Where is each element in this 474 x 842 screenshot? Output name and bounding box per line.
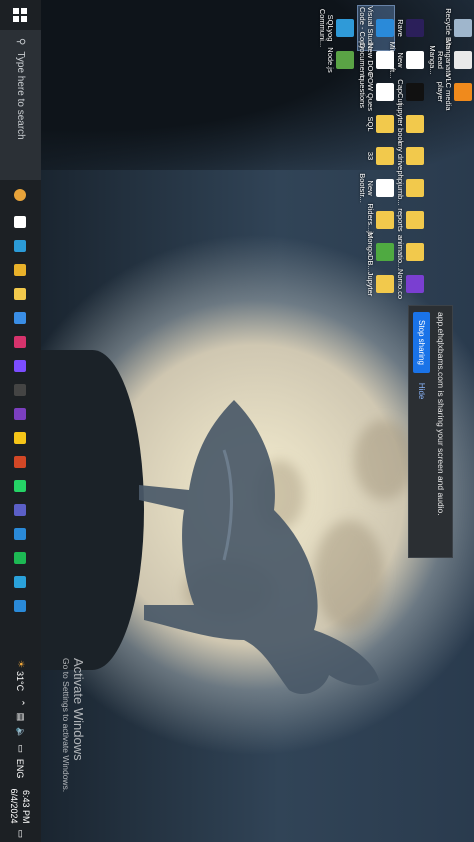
sqlyog-icon [336,19,354,37]
taskbar-app-button[interactable] [0,522,41,546]
telegram-icon [14,576,27,588]
weather-icon[interactable]: ☀ [15,660,26,668]
system-tray: ☀ 31°C ⌃ ▤ 🔈 ▭ ENG 6:43 PM 6/4/2024 ▭ [0,660,41,842]
whatsapp-icon [14,480,27,492]
desktop-icon[interactable]: Jupyter [366,262,394,306]
notification-icon[interactable]: ▭ [15,829,26,838]
spotify-icon [14,552,27,564]
taskbar-app-button[interactable] [0,234,41,258]
taskbar: ⚲ Type here to search ☀ 31°C ⌃ ▤ 🔈 ▭ ENG… [0,0,41,842]
activate-title: Activate Windows [71,658,86,761]
vlc-icon [454,83,472,101]
vscode-icon [376,19,394,37]
taskbar-app-button[interactable] [0,354,41,378]
clock[interactable]: 6:43 PM 6/4/2024 [9,788,33,823]
clock-time: 6:43 PM [21,789,32,824]
folder-icon [406,179,424,197]
taskbar-app-button[interactable] [0,330,41,354]
mongodb-icon [376,243,394,261]
hide-button[interactable]: Hide [413,377,430,405]
taskbar-app-button[interactable] [0,474,41,498]
search-icon: ⚲ [15,38,26,46]
taskbar-app-button[interactable] [0,402,41,426]
recycle-bin-icon [454,19,472,37]
desktop-screen: Recycle Bin Manganato - Read Manga... VLC … [0,0,474,842]
taskbar-app-button[interactable] [0,426,41,450]
notepad-icon [14,360,27,372]
taskbar-app-button[interactable] [0,450,41,474]
teams-icon [14,504,27,516]
taskbar-app-button[interactable] [0,210,41,234]
desktop-icon[interactable]: Nomo.co [396,262,424,306]
taskbar-app-button[interactable] [0,306,41,330]
chrome-icon [14,264,27,276]
desktop-icon-label: Jupyter [366,271,375,297]
rave-icon [406,19,424,37]
start-button[interactable] [0,0,41,30]
vscode-icon [14,600,27,612]
capcut-icon [406,83,424,101]
folder-icon [376,147,394,165]
powerpoint-icon [14,456,27,468]
taskbar-app-button[interactable] [0,570,41,594]
manga-icon [454,51,472,69]
clock-date: 6/4/2024 [9,788,20,824]
document-icon [376,83,394,101]
taskbar-app-button[interactable] [0,546,41,570]
folder-icon [376,275,394,293]
weather-temp[interactable]: 31°C [16,671,26,691]
onenote-icon [14,408,27,420]
language-indicator[interactable]: ENG [16,759,26,779]
network-icon[interactable]: ▤ [15,713,26,722]
edge-icon [14,240,27,252]
instagram-icon [14,336,27,348]
taskbar-search-box[interactable]: ⚲ Type here to search [0,30,41,180]
screen-share-bar: app.ehqlxbams.com is sharing your screen… [408,305,453,558]
store-icon [14,312,27,324]
folder-icon [406,243,424,261]
app-icon [14,528,27,540]
word-doc-icon [376,51,394,69]
activate-windows-watermark: Activate Windows Go to Settings to activ… [61,658,86,792]
taskbar-app-button[interactable] [0,594,41,618]
battery-icon[interactable]: ▭ [15,744,26,753]
folder-icon [406,147,424,165]
desktop-icon[interactable]: VLC media player [436,70,472,114]
word-doc-icon [406,51,424,69]
stop-sharing-button[interactable]: Stop sharing [413,312,430,373]
desktop-icon[interactable]: Node.js [326,38,354,82]
activate-subtitle: Go to Settings to activate Windows. [61,658,71,793]
nodejs-icon [336,51,354,69]
document-icon [376,179,394,197]
chevron-up-icon[interactable]: ⌃ [15,699,26,707]
folder-icon [406,115,424,133]
app-icon [14,384,27,396]
folder-icon [406,211,424,229]
share-message: app.ehqlxbams.com is sharing your screen… [436,312,446,516]
cortana-widget-icon[interactable] [0,180,41,210]
windows-logo-icon [13,8,28,22]
wallpaper-wolf [139,400,379,694]
sticky-notes-icon [14,432,27,444]
search-placeholder: Type here to search [15,51,26,140]
taskbar-app-button[interactable] [0,378,41,402]
desktop-icon-label: Nomo.co [396,268,405,299]
desktop-icon-label: VLC media player [436,73,453,111]
task-view-icon [14,216,27,228]
taskbar-app-button[interactable] [0,498,41,522]
taskbar-app-button[interactable] [0,258,41,282]
speaker-icon[interactable]: 🔈 [15,727,26,738]
app-icon [406,275,424,293]
folder-icon [376,211,394,229]
taskbar-app-button[interactable] [0,282,41,306]
desktop-icon-label: Node.js [326,47,335,73]
folder-icon [376,115,394,133]
file-explorer-icon [14,288,27,300]
